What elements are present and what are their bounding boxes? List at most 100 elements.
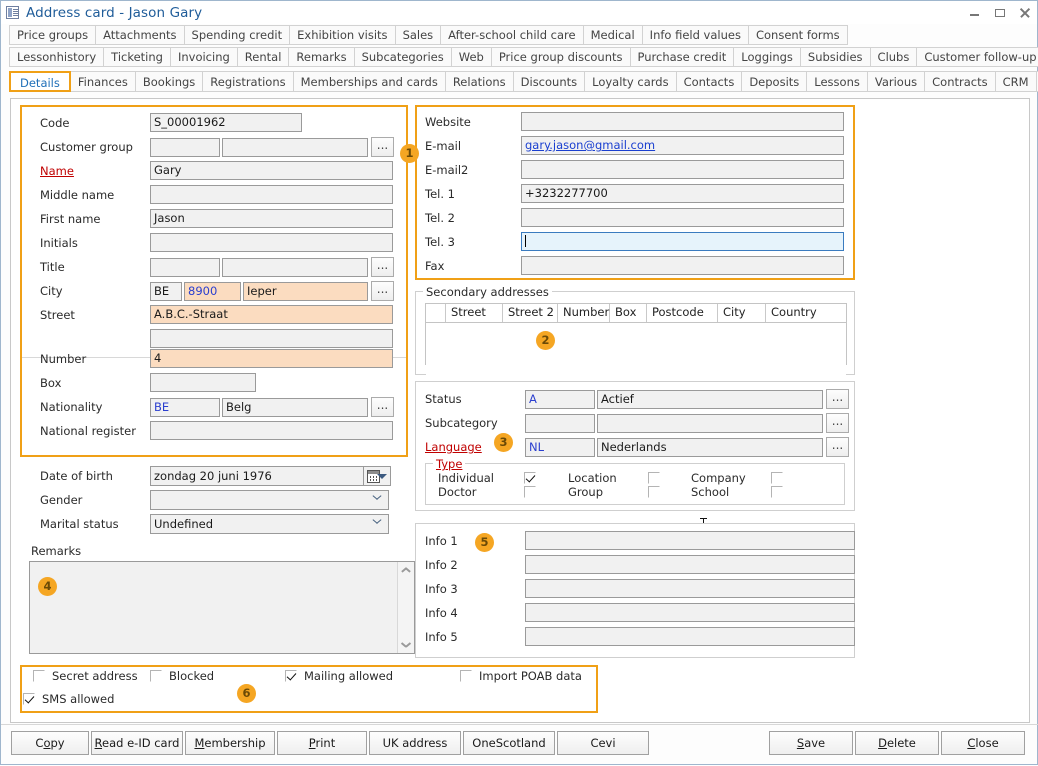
calendar-icon[interactable]: [363, 466, 391, 486]
customer-group-lookup-button[interactable]: ...: [371, 137, 394, 157]
tab-info-field-values[interactable]: Info field values: [642, 25, 749, 45]
blocked-checkbox[interactable]: [150, 670, 162, 682]
info5-input[interactable]: [525, 627, 855, 646]
tab-customer-follow-up[interactable]: Customer follow-up: [916, 47, 1038, 67]
type-school[interactable]: School: [691, 485, 783, 499]
maximize-icon[interactable]: [994, 7, 1006, 19]
cevi-button[interactable]: Cevi: [557, 731, 649, 755]
status-value-input[interactable]: Actief: [597, 390, 823, 409]
type-company[interactable]: Company: [691, 471, 783, 485]
uk-address-button[interactable]: UK address: [369, 731, 461, 755]
type-company-checkbox[interactable]: [771, 472, 783, 484]
grid-col-postcode[interactable]: Postcode: [647, 304, 718, 322]
tab-purchase-credit[interactable]: Purchase credit: [630, 47, 735, 67]
flag-sms-allowed[interactable]: SMS allowed: [23, 692, 114, 706]
status-code-input[interactable]: A: [525, 390, 595, 409]
grid-col-box[interactable]: Box: [610, 304, 647, 322]
name-input[interactable]: Gary: [150, 161, 393, 180]
type-group-checkbox[interactable]: [648, 486, 660, 498]
initials-input[interactable]: [150, 233, 393, 252]
city-name-input[interactable]: Ieper: [243, 282, 368, 301]
tab-lessons[interactable]: Lessons: [806, 71, 868, 92]
tab-price-groups[interactable]: Price groups: [9, 25, 96, 45]
grid-col-street-2[interactable]: Street 2: [503, 304, 558, 322]
type-individual-checkbox[interactable]: [524, 472, 536, 484]
tab-sales[interactable]: Sales: [395, 25, 442, 45]
city-lookup-button[interactable]: ...: [371, 281, 394, 301]
remarks-textarea[interactable]: [29, 561, 415, 654]
tab-ticketing[interactable]: Ticketing: [103, 47, 171, 67]
secret-address-checkbox[interactable]: [33, 670, 45, 682]
type-group-option[interactable]: Group: [568, 485, 660, 499]
tab-loggings[interactable]: Loggings: [733, 47, 801, 67]
marital-status-select[interactable]: Undefined: [150, 514, 389, 534]
scroll-down-icon[interactable]: [401, 641, 411, 649]
sms-allowed-checkbox[interactable]: [23, 693, 35, 705]
customer-group-name-input[interactable]: [222, 138, 368, 157]
flag-blocked[interactable]: Blocked: [150, 669, 214, 683]
tab-discounts[interactable]: Discounts: [513, 71, 585, 92]
tab-deposits[interactable]: Deposits: [741, 71, 807, 92]
type-individual[interactable]: Individual: [438, 471, 536, 485]
gender-select[interactable]: [150, 490, 389, 510]
print-button[interactable]: Print: [277, 731, 367, 755]
grid-col-city[interactable]: City: [718, 304, 766, 322]
tab-spending-credit[interactable]: Spending credit: [184, 25, 291, 45]
tab-lessonhistory[interactable]: Lessonhistory: [9, 47, 104, 67]
middle-name-input[interactable]: [150, 185, 393, 204]
street2-input[interactable]: [150, 329, 393, 348]
info3-input[interactable]: [525, 579, 855, 598]
language-value-input[interactable]: Nederlands: [597, 438, 823, 457]
type-location[interactable]: Location: [568, 471, 660, 485]
title-code-input[interactable]: [150, 258, 220, 277]
tab-clubs[interactable]: Clubs: [870, 47, 918, 67]
email2-input[interactable]: [521, 160, 844, 179]
remarks-scrollbar[interactable]: [397, 562, 414, 653]
tab-after-school-child-care[interactable]: After-school child care: [440, 25, 583, 45]
flag-mailing-allowed[interactable]: Mailing allowed: [285, 669, 393, 683]
subcategory-lookup-button[interactable]: ...: [826, 413, 849, 433]
subcategory-value-input[interactable]: [597, 414, 823, 433]
code-input[interactable]: S_00001962: [150, 113, 302, 132]
tab-contacts[interactable]: Contacts: [676, 71, 743, 92]
flag-import-poab-data[interactable]: Import POAB data: [460, 669, 582, 683]
info4-input[interactable]: [525, 603, 855, 622]
tab-exhibition-visits[interactable]: Exhibition visits: [289, 25, 395, 45]
website-input[interactable]: [521, 112, 844, 131]
date-of-birth-input[interactable]: zondag 20 juni 1976: [150, 466, 364, 486]
language-lookup-button[interactable]: ...: [826, 437, 849, 457]
status-lookup-button[interactable]: ...: [826, 389, 849, 409]
info2-input[interactable]: [525, 555, 855, 574]
national-register-input[interactable]: [150, 421, 393, 440]
tab-finances[interactable]: Finances: [70, 71, 136, 92]
box-input[interactable]: [150, 373, 256, 392]
tab-memberships-and-cards[interactable]: Memberships and cards: [293, 71, 446, 92]
scroll-up-icon[interactable]: [401, 566, 411, 574]
tab-remarks[interactable]: Remarks: [288, 47, 354, 67]
secondary-addresses-grid[interactable]: Street Street 2 Number Box Postcode City…: [425, 303, 847, 365]
tab-contracts[interactable]: Contracts: [924, 71, 995, 92]
tab-various[interactable]: Various: [867, 71, 925, 92]
info1-input[interactable]: [525, 531, 855, 550]
tel1-input[interactable]: +3232277700: [521, 184, 844, 203]
type-school-checkbox[interactable]: [771, 486, 783, 498]
street-input[interactable]: A.B.C.-Straat: [150, 305, 393, 324]
read-eid-card-button[interactable]: Read e-ID card: [91, 731, 183, 755]
secondary-addresses-rows[interactable]: [426, 323, 846, 375]
tab-loyalty-cards[interactable]: Loyalty cards: [584, 71, 676, 92]
type-doctor[interactable]: Doctor: [438, 485, 536, 499]
city-postcode-input[interactable]: 8900: [184, 282, 241, 301]
tab-subsidies[interactable]: Subsidies: [800, 47, 871, 67]
fax-input[interactable]: [521, 256, 844, 275]
tab-medical[interactable]: Medical: [583, 25, 643, 45]
tab-registrations[interactable]: Registrations: [202, 71, 293, 92]
tel2-input[interactable]: [521, 208, 844, 227]
type-location-checkbox[interactable]: [648, 472, 660, 484]
type-doctor-checkbox[interactable]: [524, 486, 536, 498]
membership-button[interactable]: Membership: [185, 731, 275, 755]
first-name-input[interactable]: Jason: [150, 209, 393, 228]
tel3-input[interactable]: [521, 232, 844, 251]
tab-crm[interactable]: CRM: [995, 71, 1037, 92]
close-icon[interactable]: [1019, 7, 1031, 19]
grid-col-number[interactable]: Number: [558, 304, 610, 322]
